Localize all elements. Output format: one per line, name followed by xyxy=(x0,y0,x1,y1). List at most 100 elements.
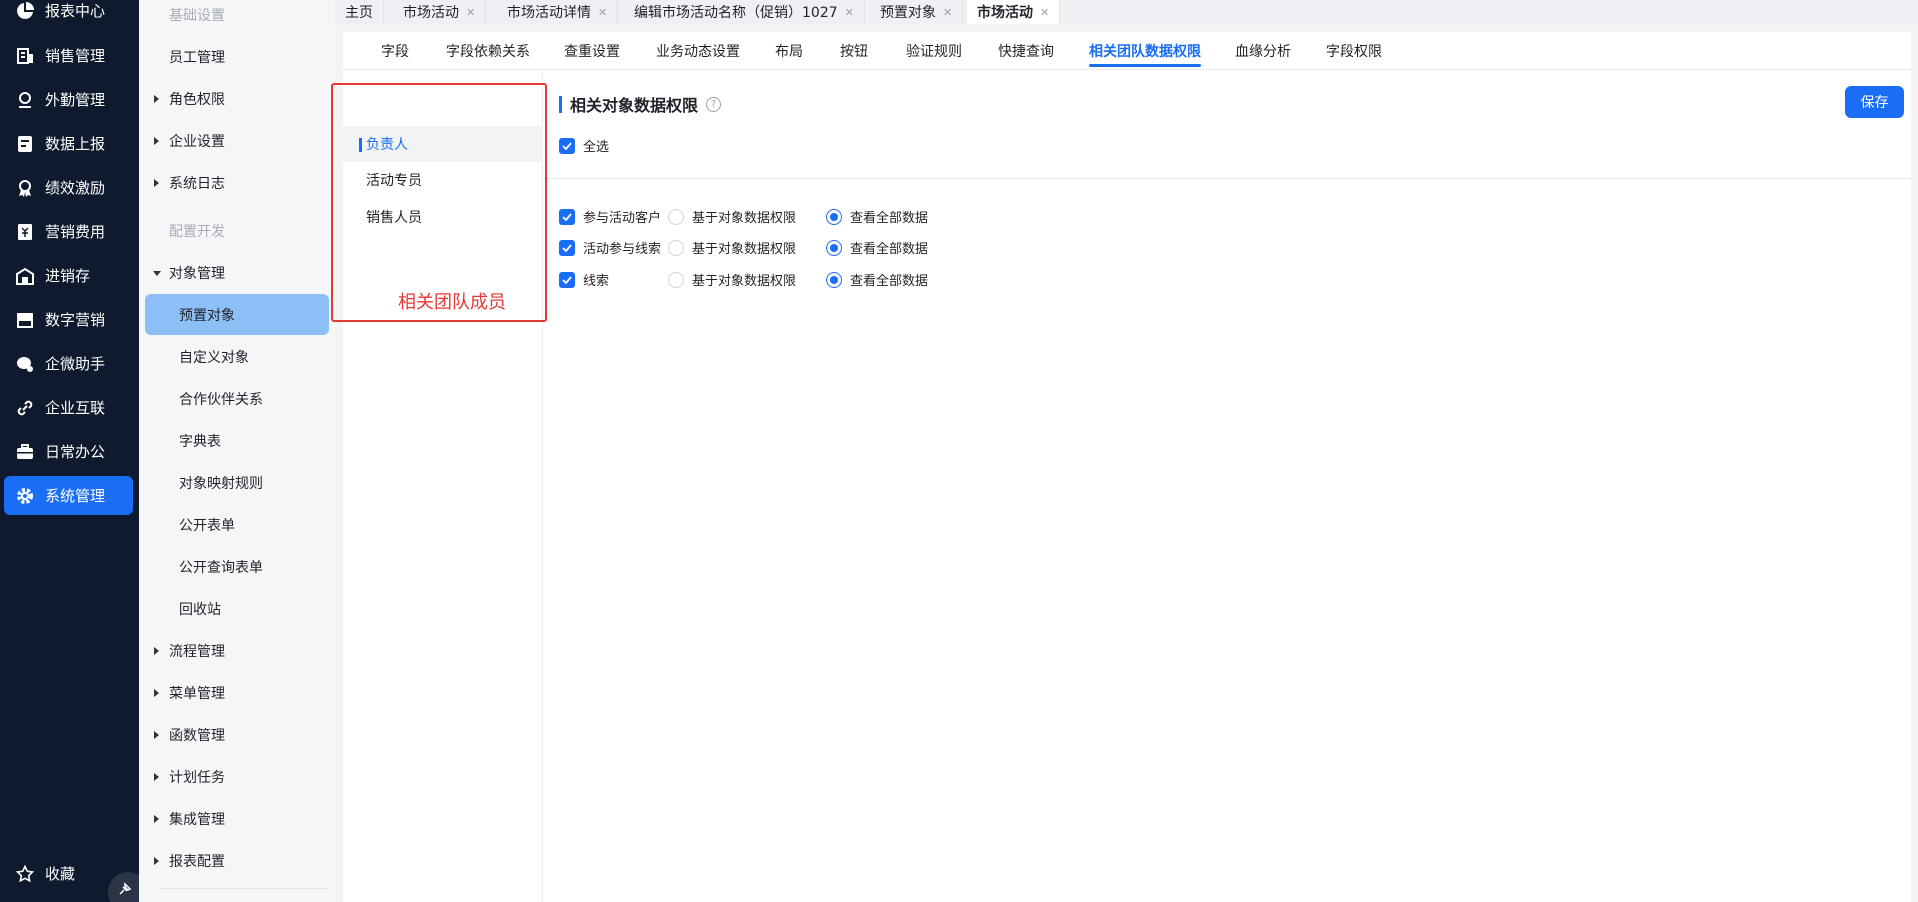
row-checkbox[interactable] xyxy=(559,271,575,288)
option-view-all[interactable]: 查看全部数据 xyxy=(826,207,928,226)
radio-view-all[interactable] xyxy=(826,239,842,256)
sidebar-item-label: 流程管理 xyxy=(169,644,225,660)
sidebar-item-custom-object[interactable]: 自定义对象 xyxy=(139,342,335,372)
option-object-permission[interactable]: 基于对象数据权限 xyxy=(668,270,826,289)
nav-item-label: 数字营销 xyxy=(45,311,106,329)
sidebar-item-public-query-form[interactable]: 公开查询表单 xyxy=(139,552,335,582)
radio-object-permission[interactable] xyxy=(668,271,684,288)
select-all-row: 全选 xyxy=(559,136,668,155)
sidebar-section-basic: 基础设置 xyxy=(169,8,225,24)
radio-object-permission[interactable] xyxy=(668,208,684,225)
close-icon[interactable]: ✕ xyxy=(845,6,854,19)
location-pin-icon xyxy=(14,89,36,111)
nav-item-label: 外勤管理 xyxy=(45,91,106,109)
nav-item-label: 企业互联 xyxy=(45,399,106,417)
tab-label: 预置对象 xyxy=(880,5,936,21)
help-icon[interactable]: ? xyxy=(706,96,722,112)
panel-title-text: 相关对象数据权限 xyxy=(570,96,699,115)
tab-edit-market-activity[interactable]: 编辑市场活动名称（促销）1027 ✕ xyxy=(624,0,865,24)
sidebar-item-object-mgmt[interactable]: 对象管理 xyxy=(139,258,335,288)
close-icon[interactable]: ✕ xyxy=(1040,6,1049,19)
radio-view-all[interactable] xyxy=(826,208,842,225)
sidebar-item-process-mgmt[interactable]: 流程管理 xyxy=(139,636,335,666)
nav-item-system-mgmt[interactable]: 系统管理 xyxy=(4,476,133,515)
nav-item-digital-marketing[interactable]: 数字营销 xyxy=(4,300,133,339)
sidebar-item-recycle-bin[interactable]: 回收站 xyxy=(139,594,335,624)
nav-item-data-report[interactable]: 数据上报 xyxy=(4,124,133,163)
option-object-permission[interactable]: 基于对象数据权限 xyxy=(668,238,826,257)
role-item-sales[interactable]: 销售人员 xyxy=(343,199,543,235)
sidebar-item-label: 对象管理 xyxy=(169,266,225,282)
nav-item-sales[interactable]: 销售管理 xyxy=(4,36,133,75)
radio-object-permission[interactable] xyxy=(668,239,684,256)
main-content: 字段 字段依赖关系 查重设置 业务动态设置 布局 按钮 验证规则 快捷查询 相关… xyxy=(343,32,1911,902)
nav-item-field-mgmt[interactable]: 外勤管理 xyxy=(4,80,133,119)
permission-row: 活动参与线索 基于对象数据权限 查看全部数据 xyxy=(559,238,928,257)
tab-label: 市场活动 xyxy=(403,5,459,21)
nav-item-label: 绩效激励 xyxy=(45,179,106,197)
storefront-icon xyxy=(14,309,36,331)
role-item-owner[interactable]: 负责人 xyxy=(343,126,543,162)
sidebar-item-preset-object[interactable]: 预置对象 xyxy=(145,294,329,335)
caret-down-icon xyxy=(153,271,161,276)
nav-item-daily-office[interactable]: 日常办公 xyxy=(4,432,133,471)
tab-home[interactable]: 主页 xyxy=(335,0,384,24)
radio-view-all[interactable] xyxy=(826,271,842,288)
app-root: 报表中心 销售管理 外勤管理 数据上报 绩效激励 营销费用 进销存 数字营销 企… xyxy=(0,0,1918,902)
building-icon xyxy=(14,45,36,67)
sidebar-item-employee-mgmt[interactable]: 员工管理 xyxy=(139,42,335,72)
tab-market-activity-active[interactable]: 市场活动 ✕ xyxy=(967,0,1061,24)
save-button[interactable]: 保存 xyxy=(1845,86,1904,118)
nav-item-inventory[interactable]: 进销存 xyxy=(4,256,133,295)
caret-right-icon xyxy=(154,689,159,697)
sidebar-item-integration-mgmt[interactable]: 集成管理 xyxy=(139,804,335,834)
option-object-permission[interactable]: 基于对象数据权限 xyxy=(668,207,826,226)
row-checkbox[interactable] xyxy=(559,239,575,256)
subtab-business-dynamics[interactable]: 业务动态设置 xyxy=(656,32,740,70)
nav-item-marketing-expense[interactable]: 营销费用 xyxy=(4,212,133,251)
close-icon[interactable]: ✕ xyxy=(466,6,475,19)
select-all-checkbox[interactable] xyxy=(559,137,575,154)
expense-icon xyxy=(14,221,36,243)
subtab-field-permission[interactable]: 字段权限 xyxy=(1326,32,1382,70)
sidebar-item-report-config[interactable]: 报表配置 xyxy=(139,846,335,876)
tab-preset-object[interactable]: 预置对象 ✕ xyxy=(870,0,964,24)
subtab-validation-rules[interactable]: 验证规则 xyxy=(906,32,962,70)
close-icon[interactable]: ✕ xyxy=(598,6,607,19)
subtab-field-dependency[interactable]: 字段依赖关系 xyxy=(446,32,530,70)
sidebar-item-label: 系统日志 xyxy=(169,176,225,192)
row-checkbox[interactable] xyxy=(559,208,575,225)
sidebar-item-function-mgmt[interactable]: 函数管理 xyxy=(139,720,335,750)
subtab-lineage-analysis[interactable]: 血缘分析 xyxy=(1235,32,1291,70)
nav-item-performance[interactable]: 绩效激励 xyxy=(4,168,133,207)
sidebar-item-role-permission[interactable]: 角色权限 xyxy=(139,84,335,114)
role-item-activity-specialist[interactable]: 活动专员 xyxy=(343,162,543,198)
nav-item-report-center[interactable]: 报表中心 xyxy=(4,0,133,30)
main-nav: 报表中心 销售管理 外勤管理 数据上报 绩效激励 营销费用 进销存 数字营销 企… xyxy=(0,0,148,902)
close-icon[interactable]: ✕ xyxy=(943,6,952,19)
nav-item-wecom-assistant[interactable]: 企微助手 xyxy=(4,344,133,383)
subtab-fields[interactable]: 字段 xyxy=(381,32,409,70)
subtab-quick-query[interactable]: 快捷查询 xyxy=(998,32,1054,70)
subtab-team-data-permission[interactable]: 相关团队数据权限 xyxy=(1089,32,1201,70)
caret-right-icon xyxy=(154,95,159,103)
subtab-layout[interactable]: 布局 xyxy=(775,32,803,70)
sidebar-item-menu-mgmt[interactable]: 菜单管理 xyxy=(139,678,335,708)
tab-market-activity[interactable]: 市场活动 ✕ xyxy=(393,0,487,24)
nav-item-label: 日常办公 xyxy=(45,443,106,461)
sidebar-item-enterprise-settings[interactable]: 企业设置 xyxy=(139,126,335,156)
subtab-dedup-settings[interactable]: 查重设置 xyxy=(564,32,620,70)
caret-right-icon xyxy=(154,731,159,739)
sidebar-item-dictionary[interactable]: 字典表 xyxy=(139,426,335,456)
nav-item-enterprise-link[interactable]: 企业互联 xyxy=(4,388,133,427)
sidebar-item-partner-relation[interactable]: 合作伙伴关系 xyxy=(139,384,335,414)
sidebar-item-system-log[interactable]: 系统日志 xyxy=(139,168,335,198)
sidebar-item-scheduled-task[interactable]: 计划任务 xyxy=(139,762,335,792)
sidebar-item-public-form[interactable]: 公开表单 xyxy=(139,510,335,540)
sidebar-item-object-mapping[interactable]: 对象映射规则 xyxy=(139,468,335,498)
subtab-buttons[interactable]: 按钮 xyxy=(840,32,868,70)
option-view-all[interactable]: 查看全部数据 xyxy=(826,270,928,289)
tab-market-activity-detail[interactable]: 市场活动详情 ✕ xyxy=(497,0,619,24)
option-view-all[interactable]: 查看全部数据 xyxy=(826,238,928,257)
panel-divider xyxy=(544,178,1911,179)
